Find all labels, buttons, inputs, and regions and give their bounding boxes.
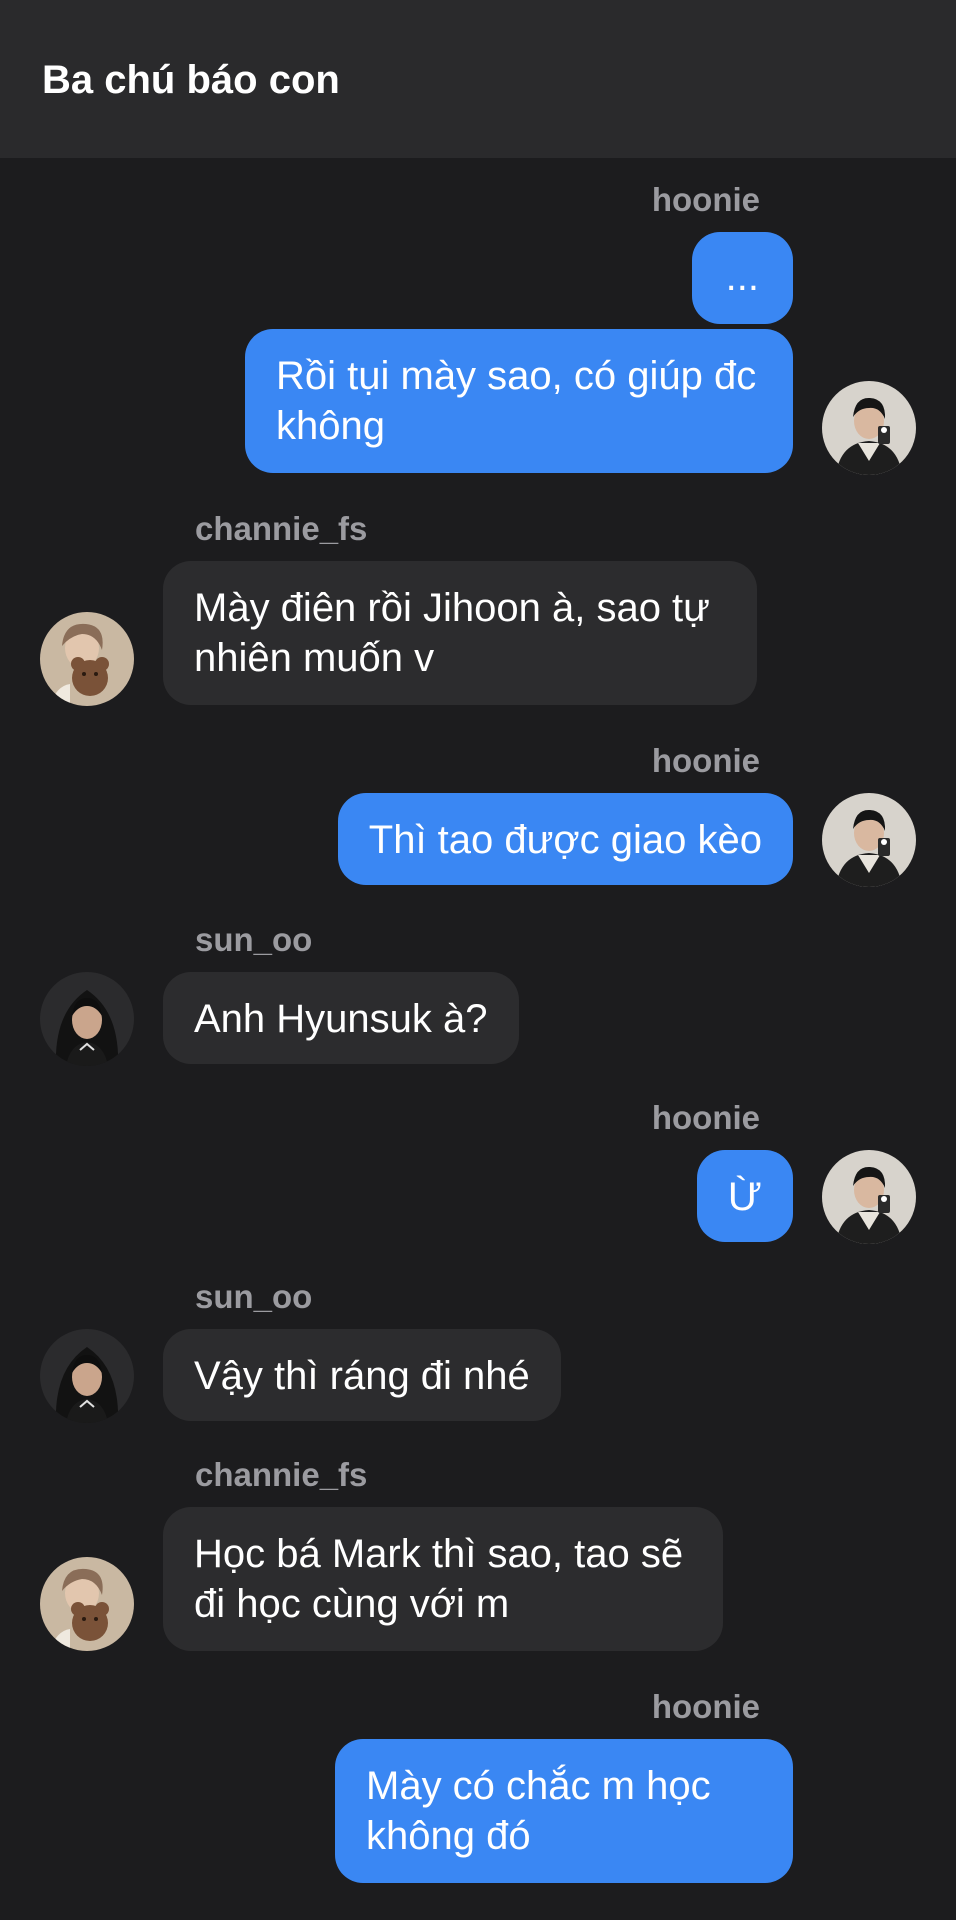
message-text: Thì tao được giao kèo [368,818,762,862]
message-bubble-outgoing[interactable]: ... [691,232,793,324]
message-bubble-incoming[interactable]: Anh Hyunsuk à? [163,972,519,1064]
sender-name: hoonie [651,1688,760,1725]
message-bubble-outgoing[interactable]: Thì tao được giao kèo [337,793,793,885]
sender-name: sun_oo [195,921,313,958]
message-text: Anh Hyunsuk à? [194,997,488,1041]
avatar-hoonie[interactable] [822,793,916,887]
chat-title[interactable]: Ba chú báo con [42,58,340,103]
sender-name: hoonie [651,742,760,779]
avatar-sun-oo[interactable] [40,972,134,1066]
message-bubble-outgoing[interactable]: Ừ [696,1150,793,1242]
message-bubble-incoming[interactable]: Học bá Mark thì sao, tao sẽ đi học cùng … [163,1507,723,1651]
message-bubble-incoming[interactable]: Vậy thì ráng đi nhé [163,1329,561,1421]
sender-name: hoonie [651,181,760,218]
sender-name: channie_fs [195,1456,368,1493]
message-text: Học bá Mark thì sao, tao sẽ đi học cùng … [194,1532,684,1626]
avatar-hoonie[interactable] [822,381,916,475]
message-text: ... [725,255,759,299]
message-text: Mày điên rồi Jihoon à, sao tự nhiên muốn… [194,586,710,680]
sender-name: hoonie [651,1099,760,1136]
message-bubble-incoming[interactable]: Mày điên rồi Jihoon à, sao tự nhiên muốn… [163,561,757,705]
avatar-sun-oo[interactable] [40,1329,134,1423]
message-text: Rồi tụi mày sao, có giúp đc không [276,354,757,448]
message-bubble-outgoing[interactable]: Mày có chắc m học không đó [335,1739,793,1883]
avatar-hoonie[interactable] [822,1150,916,1244]
message-text: Ừ [727,1175,762,1219]
message-bubble-outgoing[interactable]: Rồi tụi mày sao, có giúp đc không [245,329,793,473]
chat-header: Ba chú báo con [0,0,956,158]
message-text: Vậy thì ráng đi nhé [194,1354,530,1398]
sender-name: sun_oo [195,1278,313,1315]
message-text: Mày có chắc m học không đó [366,1764,711,1858]
sender-name: channie_fs [195,510,368,547]
avatar-channie-fs[interactable] [40,612,134,706]
avatar-channie-fs[interactable] [40,1557,134,1651]
